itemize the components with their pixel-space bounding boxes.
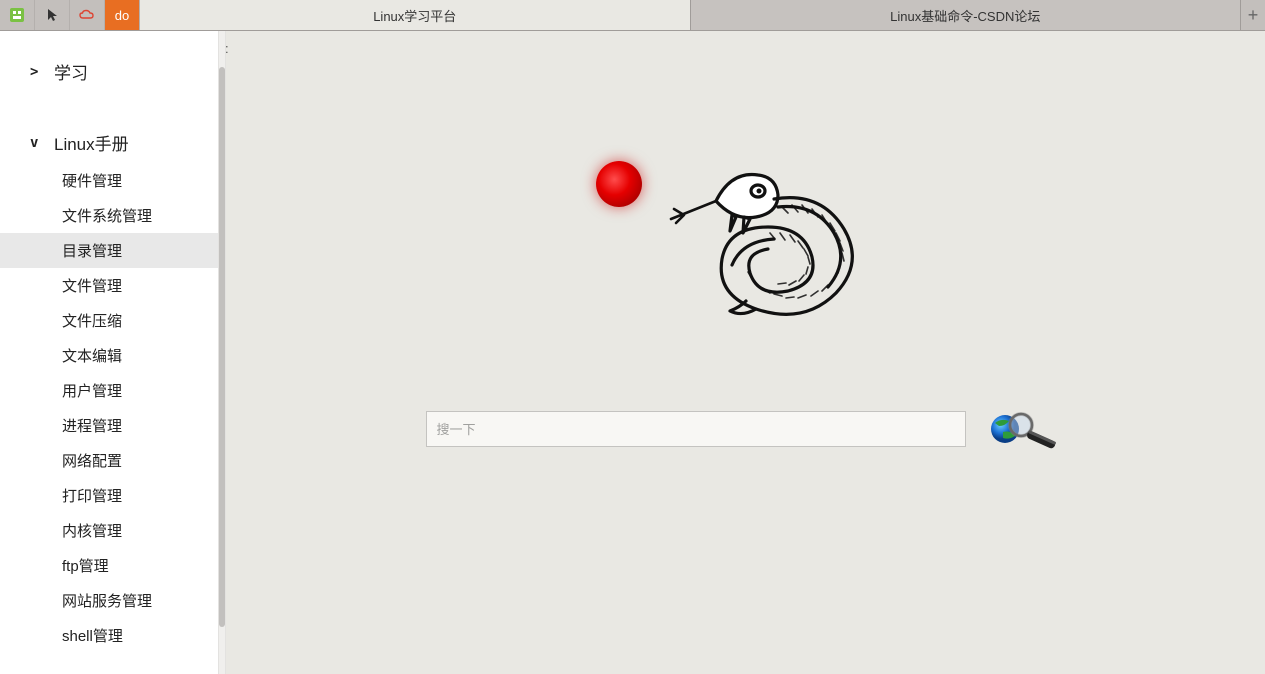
cursor-icon[interactable] — [35, 0, 70, 30]
tabs-container: Linux学习平台 Linux基础命令-CSDN论坛 — [140, 0, 1241, 30]
nav-header-linux-manual[interactable]: v Linux手册 — [0, 122, 218, 163]
sidebar: > 学习 v Linux手册 硬件管理 文件系统管理 目录管理 文件管理 文件压… — [0, 31, 218, 674]
app-icon[interactable] — [0, 0, 35, 30]
tab-linux-learn[interactable]: Linux学习平台 — [140, 0, 691, 30]
scrollbar-thumb[interactable] — [219, 67, 225, 627]
nav-item-network[interactable]: 网络配置 — [0, 443, 218, 478]
nav-header-learn[interactable]: > 学习 — [0, 51, 218, 92]
nav-item-filesystem[interactable]: 文件系统管理 — [0, 198, 218, 233]
stray-colon: : — [225, 41, 229, 56]
tab-label: Linux学习平台 — [373, 6, 456, 25]
chevron-down-icon: v — [30, 135, 44, 151]
snake-icon — [646, 141, 886, 331]
content-area: : — [226, 31, 1265, 674]
nav-item-directory[interactable]: 目录管理 — [0, 233, 218, 268]
search-input[interactable] — [426, 411, 966, 447]
toolbar-icon-group: do — [0, 0, 140, 30]
nav-item-text-edit[interactable]: 文本编辑 — [0, 338, 218, 373]
new-tab-button[interactable]: + — [1241, 0, 1265, 30]
nav-item-web-service[interactable]: 网站服务管理 — [0, 583, 218, 618]
nav-item-process[interactable]: 进程管理 — [0, 408, 218, 443]
sidebar-container: > 学习 v Linux手册 硬件管理 文件系统管理 目录管理 文件管理 文件压… — [0, 31, 226, 674]
search-row — [226, 409, 1265, 449]
tab-label: Linux基础命令-CSDN论坛 — [890, 6, 1040, 25]
nav-section-linux-manual: v Linux手册 硬件管理 文件系统管理 目录管理 文件管理 文件压缩 文本编… — [0, 122, 218, 653]
do-icon[interactable]: do — [105, 0, 140, 30]
tab-csdn-forum[interactable]: Linux基础命令-CSDN论坛 — [691, 0, 1242, 30]
cloud-icon[interactable] — [70, 0, 105, 30]
nav-item-kernel[interactable]: 内核管理 — [0, 513, 218, 548]
nav-item-shell[interactable]: shell管理 — [0, 618, 218, 653]
sidebar-scrollbar[interactable] — [218, 31, 226, 674]
nav-item-hardware[interactable]: 硬件管理 — [0, 163, 218, 198]
nav-section-learn: > 学习 — [0, 51, 218, 92]
globe-magnifier-icon — [987, 408, 1065, 450]
nav-label: 学习 — [54, 59, 88, 84]
nav-label: Linux手册 — [54, 130, 129, 155]
red-dot-icon — [596, 161, 642, 207]
chevron-right-icon: > — [30, 64, 44, 80]
nav-items-linux-manual: 硬件管理 文件系统管理 目录管理 文件管理 文件压缩 文本编辑 用户管理 进程管… — [0, 163, 218, 653]
browser-tab-bar: do Linux学习平台 Linux基础命令-CSDN论坛 + — [0, 0, 1265, 31]
search-button[interactable] — [986, 409, 1066, 449]
nav-item-print[interactable]: 打印管理 — [0, 478, 218, 513]
main-layout: > 学习 v Linux手册 硬件管理 文件系统管理 目录管理 文件管理 文件压… — [0, 31, 1265, 674]
nav-item-ftp[interactable]: ftp管理 — [0, 548, 218, 583]
nav-item-user[interactable]: 用户管理 — [0, 373, 218, 408]
nav-item-compress[interactable]: 文件压缩 — [0, 303, 218, 338]
hero-logo — [596, 141, 896, 341]
nav-item-file[interactable]: 文件管理 — [0, 268, 218, 303]
